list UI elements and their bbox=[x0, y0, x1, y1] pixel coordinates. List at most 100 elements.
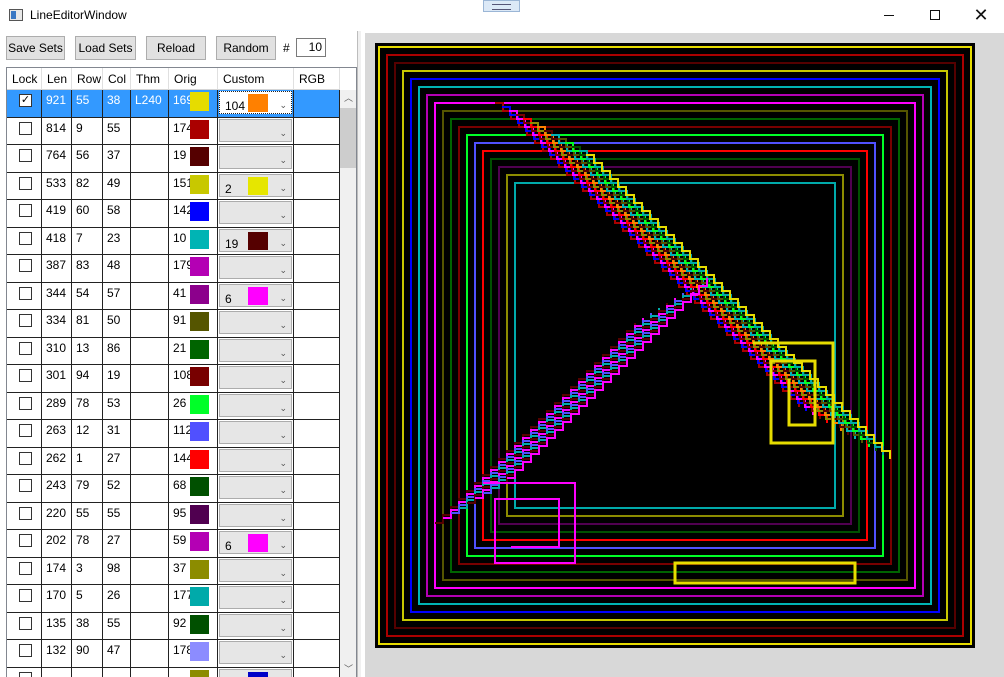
chevron-down-icon[interactable]: ⌄ bbox=[279, 618, 287, 638]
table-row[interactable]: 533 82 49 151 2 ⌄ bbox=[7, 172, 340, 200]
table-row[interactable]: 344 54 57 41 6 ⌄ bbox=[7, 282, 340, 310]
table-row[interactable]: 263 12 31 112 ⌄ bbox=[7, 420, 340, 448]
table-row[interactable]: 814 9 55 174 ⌄ bbox=[7, 117, 340, 145]
minimize-button[interactable] bbox=[866, 0, 912, 31]
lock-checkbox[interactable] bbox=[19, 341, 32, 355]
table-row[interactable]: 174 3 98 37 ⌄ bbox=[7, 557, 340, 585]
lock-cell[interactable] bbox=[7, 612, 42, 640]
lock-cell[interactable] bbox=[7, 392, 42, 420]
table-row[interactable]: 387 83 48 179 ⌄ bbox=[7, 255, 340, 283]
chevron-down-icon[interactable]: ⌄ bbox=[279, 425, 287, 445]
maximize-button[interactable] bbox=[912, 0, 958, 31]
lock-checkbox[interactable] bbox=[19, 616, 32, 630]
custom-cell[interactable]: ⌄ bbox=[218, 200, 294, 227]
chevron-down-icon[interactable]: ⌄ bbox=[279, 150, 287, 170]
chevron-down-icon[interactable]: ⌄ bbox=[279, 398, 287, 418]
lock-cell[interactable] bbox=[7, 667, 42, 677]
custom-cell[interactable]: ⌄ bbox=[218, 255, 294, 282]
custom-cell[interactable]: ⌄ bbox=[218, 145, 294, 172]
scroll-up-icon[interactable]: ︿ bbox=[340, 90, 356, 107]
custom-cell[interactable]: ⌄ bbox=[218, 310, 294, 337]
custom-cell[interactable]: ⌄ bbox=[218, 502, 294, 530]
chevron-down-icon[interactable]: ⌄ bbox=[279, 288, 287, 308]
column-header-thm[interactable]: Thm bbox=[131, 68, 169, 90]
lock-checkbox[interactable] bbox=[19, 644, 32, 657]
table-row[interactable]: 132 90 47 178 ⌄ bbox=[7, 640, 340, 668]
table-row[interactable]: ⌄ bbox=[7, 667, 340, 677]
column-header-custom[interactable]: Custom bbox=[218, 68, 294, 90]
lock-cell[interactable] bbox=[7, 447, 42, 475]
chevron-down-icon[interactable]: ⌄ bbox=[279, 508, 287, 528]
custom-color-dropdown[interactable]: ⌄ bbox=[219, 338, 292, 362]
table-row[interactable]: 419 60 58 142 ⌄ bbox=[7, 200, 340, 228]
lock-checkbox[interactable] bbox=[19, 451, 32, 465]
lock-checkbox[interactable] bbox=[19, 506, 32, 520]
chevron-down-icon[interactable]: ⌄ bbox=[279, 453, 287, 473]
lock-cell[interactable] bbox=[7, 420, 42, 447]
custom-color-dropdown[interactable]: ⌄ bbox=[219, 118, 292, 142]
table-row[interactable]: 764 56 37 19 ⌄ bbox=[7, 145, 340, 173]
table-row[interactable]: 135 38 55 92 ⌄ bbox=[7, 612, 340, 640]
custom-cell[interactable]: ⌄ bbox=[218, 557, 294, 585]
lock-checkbox[interactable] bbox=[19, 176, 32, 190]
custom-color-dropdown[interactable]: ⌄ bbox=[219, 641, 292, 664]
lock-checkbox[interactable]: ✓ bbox=[19, 94, 32, 107]
lock-cell[interactable] bbox=[7, 502, 42, 530]
lock-cell[interactable] bbox=[7, 640, 42, 667]
custom-cell[interactable]: ⌄ bbox=[218, 447, 294, 475]
custom-color-dropdown[interactable]: ⌄ bbox=[219, 668, 292, 677]
custom-color-dropdown[interactable]: ⌄ bbox=[219, 476, 292, 499]
lock-checkbox[interactable] bbox=[19, 534, 32, 547]
custom-color-dropdown[interactable]: 104 ⌄ bbox=[219, 91, 292, 114]
count-input[interactable]: 10 bbox=[296, 38, 326, 57]
lock-cell[interactable] bbox=[7, 365, 42, 392]
lock-checkbox[interactable] bbox=[19, 314, 32, 327]
custom-color-dropdown[interactable]: 2 ⌄ bbox=[219, 173, 292, 197]
chevron-down-icon[interactable]: ⌄ bbox=[279, 535, 287, 555]
custom-color-dropdown[interactable]: ⌄ bbox=[219, 448, 292, 473]
custom-color-dropdown[interactable]: ⌄ bbox=[219, 256, 292, 279]
column-header-lock[interactable]: Lock bbox=[7, 68, 42, 90]
column-header-col[interactable]: Col bbox=[103, 68, 131, 90]
lock-cell[interactable] bbox=[7, 145, 42, 172]
column-header-rgb[interactable]: RGB bbox=[294, 68, 340, 90]
custom-color-dropdown[interactable]: 6 ⌄ bbox=[219, 531, 292, 554]
custom-color-dropdown[interactable]: ⌄ bbox=[219, 366, 292, 389]
lock-checkbox[interactable] bbox=[19, 479, 32, 492]
custom-color-dropdown[interactable]: ⌄ bbox=[219, 393, 292, 418]
table-row[interactable]: 220 55 55 95 ⌄ bbox=[7, 502, 340, 530]
lock-cell[interactable]: ✓ bbox=[7, 90, 42, 117]
table-row[interactable]: 334 81 50 91 ⌄ bbox=[7, 310, 340, 338]
custom-cell[interactable]: 104 ⌄ bbox=[218, 90, 294, 117]
chevron-down-icon[interactable]: ⌄ bbox=[279, 260, 287, 280]
custom-cell[interactable]: 19 ⌄ bbox=[218, 227, 294, 255]
custom-cell[interactable]: 6 ⌄ bbox=[218, 282, 294, 310]
lock-cell[interactable] bbox=[7, 200, 42, 227]
lock-cell[interactable] bbox=[7, 255, 42, 282]
custom-cell[interactable]: ⌄ bbox=[218, 420, 294, 447]
custom-color-dropdown[interactable]: ⌄ bbox=[219, 558, 292, 582]
custom-cell[interactable]: ⌄ bbox=[218, 392, 294, 420]
table-row[interactable]: 289 78 53 26 ⌄ bbox=[7, 392, 340, 420]
custom-color-dropdown[interactable]: ⌄ bbox=[219, 586, 292, 609]
table-row[interactable]: ✓ 921 55 38 L240 169 104 ⌄ bbox=[7, 90, 340, 118]
custom-color-dropdown[interactable]: ⌄ bbox=[219, 503, 292, 528]
lock-checkbox[interactable] bbox=[19, 589, 32, 602]
lock-checkbox[interactable] bbox=[19, 369, 32, 382]
lock-cell[interactable] bbox=[7, 117, 42, 145]
custom-color-dropdown[interactable]: ⌄ bbox=[219, 421, 292, 444]
lock-checkbox[interactable] bbox=[19, 561, 32, 575]
lock-checkbox[interactable] bbox=[19, 396, 32, 410]
lock-checkbox[interactable] bbox=[19, 121, 32, 135]
custom-color-dropdown[interactable]: 6 ⌄ bbox=[219, 283, 292, 308]
lock-cell[interactable] bbox=[7, 337, 42, 365]
grid-scrollbar[interactable]: ︿ ﹀ bbox=[340, 90, 356, 677]
table-row[interactable]: 262 1 27 144 ⌄ bbox=[7, 447, 340, 475]
custom-cell[interactable]: ⌄ bbox=[218, 117, 294, 145]
lock-checkbox[interactable] bbox=[19, 671, 32, 677]
lock-checkbox[interactable] bbox=[19, 231, 32, 245]
lock-checkbox[interactable] bbox=[19, 286, 32, 300]
grid-splitter[interactable] bbox=[357, 31, 361, 677]
table-row[interactable]: 418 7 23 10 19 ⌄ bbox=[7, 227, 340, 255]
custom-color-dropdown[interactable]: ⌄ bbox=[219, 146, 292, 169]
